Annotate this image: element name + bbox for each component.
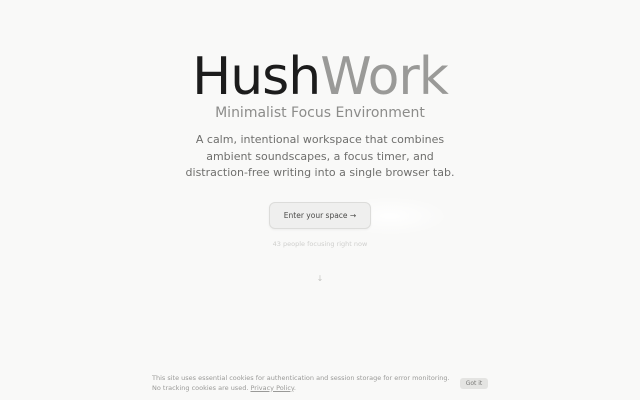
landing-page: HushWork Minimalist Focus Environment A … — [0, 0, 640, 400]
logo: HushWork — [0, 46, 640, 108]
cookie-notice-text: This site uses essential cookies for aut… — [152, 374, 450, 392]
logo-secondary: Work — [320, 47, 449, 107]
cookie-notice: This site uses essential cookies for aut… — [152, 374, 452, 393]
cookie-banner: This site uses essential cookies for aut… — [0, 368, 640, 400]
accept-cookies-button[interactable]: Got it — [460, 378, 488, 389]
enter-space-button[interactable]: Enter your space → — [269, 202, 371, 229]
focus-count-text: 43 people focusing right now — [272, 240, 368, 248]
privacy-policy-link[interactable]: Privacy Policy — [250, 384, 293, 392]
description-line: distraction-free writing into a single b… — [185, 166, 455, 179]
hero-description: A calm, intentional workspace that combi… — [180, 132, 460, 182]
logo-primary: Hush — [192, 47, 321, 107]
arrow-down-icon[interactable]: ↓ — [310, 273, 330, 285]
tagline: Minimalist Focus Environment — [215, 105, 425, 121]
description-line: A calm, intentional workspace that combi… — [195, 133, 445, 146]
description-line: ambient soundscapes, a focus timer, and — [206, 149, 434, 163]
cookie-notice-suffix: . — [293, 383, 296, 392]
